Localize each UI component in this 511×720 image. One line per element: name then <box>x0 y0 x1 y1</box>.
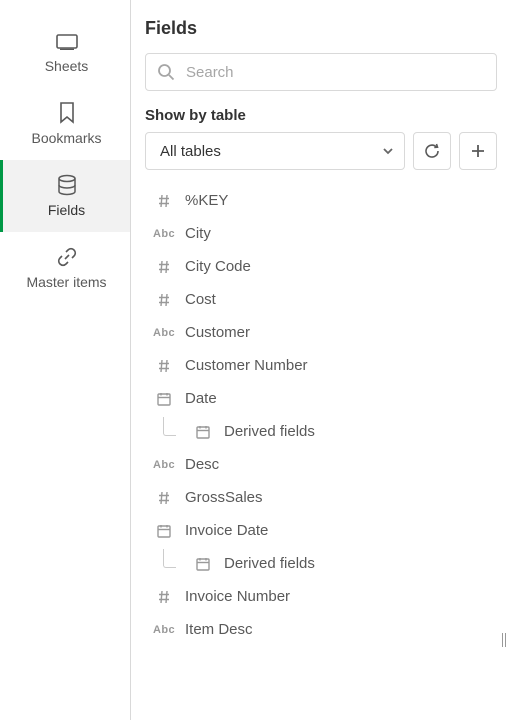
text-type-icon: Abc <box>153 327 175 339</box>
field-name: Date <box>185 390 217 407</box>
number-type-icon <box>153 358 175 374</box>
database-icon <box>56 174 78 196</box>
show-by-table-label: Show by table <box>145 107 497 124</box>
search-icon <box>157 63 175 81</box>
sidebar-item-label: Sheets <box>45 58 89 74</box>
chevron-down-icon <box>381 144 395 158</box>
field-row[interactable]: Derived fields <box>145 415 511 448</box>
sidebar-item-label: Fields <box>48 202 85 218</box>
left-sidebar: Sheets Bookmarks Fields Master item <box>0 0 131 720</box>
field-name: City Code <box>185 258 251 275</box>
field-name: Derived fields <box>224 423 315 440</box>
field-name: Invoice Number <box>185 588 290 605</box>
field-name: Customer Number <box>185 357 308 374</box>
fields-list[interactable]: %KEY Abc City City Code Cost Abc Customer Custo… <box>145 184 511 720</box>
text-type-icon: Abc <box>153 228 175 240</box>
field-row[interactable]: Cost <box>145 283 511 316</box>
field-row[interactable]: City Code <box>145 250 511 283</box>
field-row[interactable]: Abc Customer <box>145 316 511 349</box>
date-type-icon <box>153 391 175 407</box>
field-name: Invoice Date <box>185 522 268 539</box>
field-row[interactable]: Abc City <box>145 217 511 250</box>
field-row[interactable]: GrossSales <box>145 481 511 514</box>
field-name: Derived fields <box>224 555 315 572</box>
field-row[interactable]: Invoice Date <box>145 514 511 547</box>
field-name: Customer <box>185 324 250 341</box>
sidebar-item-sheets[interactable]: Sheets <box>0 16 130 88</box>
field-name: Desc <box>185 456 219 473</box>
field-row[interactable]: Abc Desc <box>145 448 511 481</box>
sidebar-item-label: Master items <box>26 274 106 290</box>
bookmark-icon <box>56 102 78 124</box>
field-name: Cost <box>185 291 216 308</box>
field-row[interactable]: Customer Number <box>145 349 511 382</box>
sidebar-item-label: Bookmarks <box>31 130 101 146</box>
number-type-icon <box>153 193 175 209</box>
search-input[interactable] <box>145 53 497 91</box>
field-row[interactable]: Derived fields <box>145 547 511 580</box>
date-type-icon <box>192 424 214 440</box>
add-button[interactable] <box>459 132 497 170</box>
sheets-icon <box>56 30 78 52</box>
panel-title: Fields <box>145 18 497 39</box>
field-row[interactable]: Abc Item Desc <box>145 613 511 646</box>
table-filter-row: All tables <box>145 132 497 170</box>
link-icon <box>56 246 78 268</box>
number-type-icon <box>153 292 175 308</box>
table-selector-value: All tables <box>160 143 221 160</box>
table-selector[interactable]: All tables <box>145 132 405 170</box>
plus-icon <box>470 143 486 159</box>
number-type-icon <box>153 490 175 506</box>
field-row[interactable]: %KEY <box>145 184 511 217</box>
sidebar-item-master-items[interactable]: Master items <box>0 232 130 304</box>
sidebar-item-bookmarks[interactable]: Bookmarks <box>0 88 130 160</box>
date-type-icon <box>192 556 214 572</box>
field-name: Item Desc <box>185 621 253 638</box>
field-row[interactable]: Date <box>145 382 511 415</box>
number-type-icon <box>153 589 175 605</box>
field-name: City <box>185 225 211 242</box>
text-type-icon: Abc <box>153 459 175 471</box>
field-row[interactable]: Invoice Number <box>145 580 511 613</box>
text-type-icon: Abc <box>153 624 175 636</box>
date-type-icon <box>153 523 175 539</box>
field-name: GrossSales <box>185 489 263 506</box>
search-container <box>145 53 497 91</box>
sidebar-item-fields[interactable]: Fields <box>0 160 130 232</box>
refresh-button[interactable] <box>413 132 451 170</box>
refresh-icon <box>423 142 441 160</box>
fields-panel: Fields Show by table All tables <box>131 0 511 720</box>
number-type-icon <box>153 259 175 275</box>
field-name: %KEY <box>185 192 228 209</box>
resize-handle[interactable] <box>497 630 511 650</box>
